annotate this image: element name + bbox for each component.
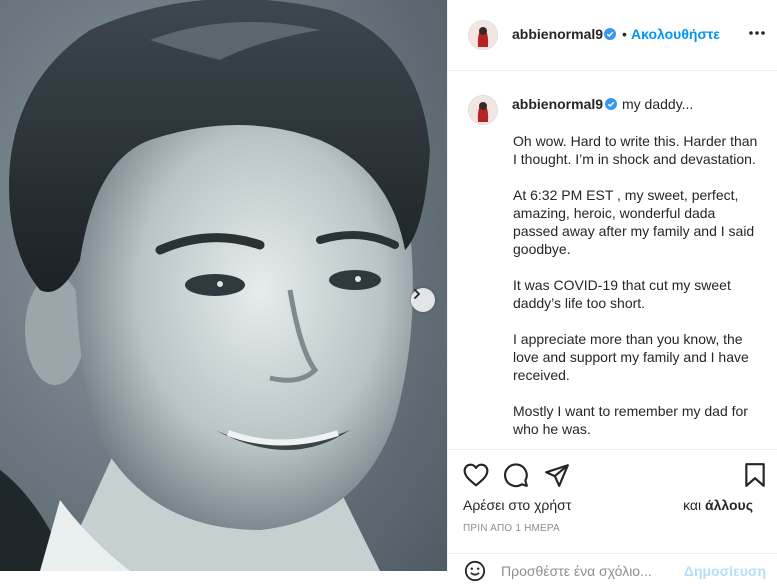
action-bar: Αρέσει στο χρήστ και άλλους ΠΡΙΝ ΑΠΟ 1 Η… [448, 449, 777, 550]
chevron-right-icon [414, 289, 421, 299]
comment-bubble-icon[interactable] [503, 462, 529, 488]
avatar[interactable] [468, 20, 498, 50]
emoji-icon[interactable] [464, 560, 486, 582]
post-comment-button[interactable]: Δημοσίευση [684, 563, 766, 579]
post-details: abbienormal9 • Ακολουθήστε abbienormal9 … [447, 0, 777, 582]
caption-avatar[interactable] [468, 95, 498, 125]
bookmark-icon[interactable] [744, 462, 766, 488]
caption-username[interactable]: abbienormal9 [512, 96, 603, 112]
post-timestamp[interactable]: ΠΡΙΝ ΑΠΟ 1 ΗΜΕΡΑ [463, 523, 560, 534]
post-header: abbienormal9 • Ακολουθήστε [448, 0, 777, 71]
follow-separator: • [622, 26, 627, 42]
likes-others-prefix: και [683, 497, 702, 513]
caption-area[interactable]: abbienormal9 my daddy... Oh wow. Hard to… [448, 71, 777, 448]
verified-badge-icon [605, 98, 617, 110]
caption-headline: my daddy... [622, 96, 694, 112]
follow-button[interactable]: Ακολουθήστε [631, 26, 720, 42]
next-photo-button[interactable] [411, 288, 435, 312]
caption-paragraph: Oh wow. Hard to write this. Harder than … [513, 133, 758, 167]
comment-input[interactable]: Προσθέστε ένα σχόλιο... [501, 563, 652, 579]
heart-icon[interactable] [463, 463, 489, 487]
caption-paragraph: It was COVID-19 that cut my sweet daddy’… [513, 277, 731, 311]
paper-plane-icon[interactable] [544, 462, 570, 488]
likes-others-link[interactable]: άλλους [705, 497, 753, 513]
likes-others[interactable]: και άλλους [683, 497, 753, 513]
portrait-image [0, 0, 447, 571]
more-options-icon[interactable] [749, 30, 765, 36]
avatar-image [469, 21, 497, 49]
avatar-image [469, 96, 497, 124]
header-username[interactable]: abbienormal9 [512, 26, 603, 42]
caption-paragraph: Mostly I want to remember my dad for who… [513, 403, 748, 437]
likes-text[interactable]: Αρέσει στο χρήστ [463, 497, 571, 513]
comment-bar: Προσθέστε ένα σχόλιο... Δημοσίευση [448, 553, 777, 584]
verified-badge-icon [604, 28, 616, 40]
caption-text: Oh wow. Hard to write this. Harder than … [513, 132, 763, 448]
caption-paragraph: At 6:32 PM EST , my sweet, perfect, amaz… [513, 187, 755, 257]
caption-paragraph: I appreciate more than you know, the lov… [513, 331, 749, 383]
post-photo[interactable] [0, 0, 447, 571]
